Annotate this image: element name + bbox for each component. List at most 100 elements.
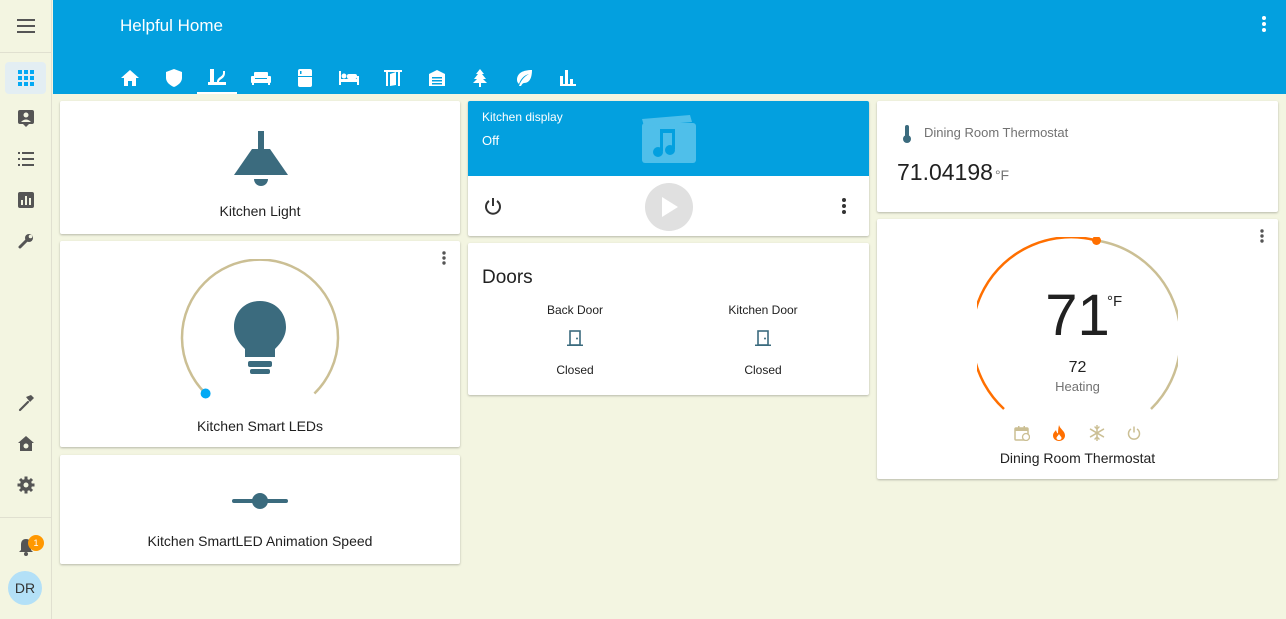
sensor-value-row: 71.04198 °F <box>897 159 1009 186</box>
more-options-button[interactable] <box>434 248 454 268</box>
shield-icon <box>166 69 182 87</box>
bed-icon <box>339 71 359 85</box>
tab-living-room[interactable] <box>241 62 281 94</box>
more-options-button[interactable] <box>834 196 854 216</box>
media-header[interactable]: Kitchen display Off <box>468 101 869 176</box>
sidebar-item-developer-tools[interactable] <box>5 387 46 419</box>
mode-heat-button[interactable] <box>1049 423 1069 443</box>
sidebar-item-settings[interactable] <box>5 469 46 501</box>
door-name: Kitchen Door <box>728 303 798 317</box>
tab-security[interactable] <box>154 62 194 94</box>
sensor-unit: °F <box>994 167 1010 183</box>
grid-icon <box>17 70 34 86</box>
kitchen-smart-leds-card: Kitchen Smart LEDs <box>60 241 460 447</box>
sidebar-item-supervisor[interactable] <box>5 428 46 460</box>
sidebar-item-overview[interactable] <box>5 62 46 94</box>
fire-icon <box>1053 425 1065 441</box>
gear-icon <box>17 476 34 494</box>
hammer-icon <box>18 395 34 412</box>
door-kitchen[interactable]: Kitchen Door Closed <box>683 303 843 377</box>
pine-tree-icon <box>473 69 487 87</box>
tab-garden[interactable] <box>460 62 500 94</box>
kitchen-light-card[interactable]: Kitchen Light <box>60 101 460 234</box>
thermometer-icon <box>903 125 911 143</box>
faucet-icon <box>208 69 226 85</box>
temperature-unit: °F <box>1107 293 1123 310</box>
tab-energy[interactable] <box>504 62 544 94</box>
sidebar-item-logbook[interactable] <box>5 143 46 175</box>
tab-bedroom[interactable] <box>329 62 369 94</box>
power-button[interactable] <box>483 196 503 216</box>
tab-fridge[interactable] <box>285 62 325 94</box>
entity-name: Dining Room Thermostat <box>999 450 1156 466</box>
door-state: Closed <box>744 363 782 377</box>
card-title: Doors <box>482 267 533 288</box>
door-name: Back Door <box>546 303 604 317</box>
play-button[interactable] <box>645 183 693 231</box>
leaf-icon <box>517 70 532 86</box>
movie-music-icon <box>642 115 696 163</box>
menu-button[interactable] <box>0 0 52 53</box>
bar-chart-icon <box>560 70 576 86</box>
sidebar-item-tools[interactable] <box>5 225 46 257</box>
user-avatar[interactable]: DR <box>8 571 42 605</box>
power-icon <box>485 198 501 215</box>
kitchen-display-media-card: Kitchen display Off <box>468 101 869 236</box>
tab-garage[interactable] <box>417 62 457 94</box>
door-back[interactable]: Back Door Closed <box>495 303 655 377</box>
power-icon <box>1127 426 1141 440</box>
brightness-handle[interactable] <box>200 388 211 399</box>
sensor-value: 71.04198 <box>897 159 993 185</box>
ceiling-light-icon <box>234 131 288 186</box>
sidebar: 1 DR <box>0 0 52 619</box>
media-state: Off <box>482 133 500 148</box>
home-icon <box>121 70 139 86</box>
dots-vertical-icon <box>442 251 446 265</box>
tab-office[interactable] <box>373 62 413 94</box>
mode-off-button[interactable] <box>1124 423 1144 443</box>
current-temperature: 71 <box>1045 283 1110 348</box>
slider-icon <box>232 493 288 509</box>
wrench-icon <box>18 234 33 249</box>
entity-name: Kitchen Smart LEDs <box>196 418 324 434</box>
lightbulb-icon <box>234 301 286 374</box>
app-header: Helpful Home <box>53 0 1286 94</box>
tab-statistics[interactable] <box>548 62 588 94</box>
door-closed-icon <box>567 330 583 346</box>
entity-name: Kitchen Light <box>219 203 301 219</box>
door-closed-icon <box>755 330 771 346</box>
header-overflow-menu[interactable] <box>1262 16 1266 37</box>
sidebar-item-history[interactable] <box>5 184 46 216</box>
tab-home[interactable] <box>110 62 150 94</box>
animation-speed-card[interactable]: Kitchen SmartLED Animation Speed <box>60 455 460 564</box>
sensor-name: Dining Room Thermostat <box>924 125 1069 140</box>
home-gear-icon <box>17 436 34 451</box>
calendar-clock-icon <box>1014 426 1030 441</box>
more-options-button[interactable] <box>1252 226 1272 246</box>
garage-icon <box>429 70 445 86</box>
page-title: Helpful Home <box>120 16 223 35</box>
dots-vertical-icon <box>1260 229 1264 243</box>
target-handle[interactable] <box>1092 237 1101 245</box>
hamburger-icon <box>17 19 35 33</box>
chart-box-icon <box>17 192 34 208</box>
dots-vertical-icon <box>1262 16 1266 32</box>
door-icon <box>384 70 402 86</box>
hvac-action: Heating <box>1055 379 1100 394</box>
mode-cool-button[interactable] <box>1087 423 1107 443</box>
sidebar-divider <box>0 517 52 518</box>
mode-schedule-button[interactable] <box>1012 423 1032 443</box>
play-icon <box>662 197 678 217</box>
fridge-icon <box>298 69 312 87</box>
tab-kitchen[interactable] <box>197 62 237 94</box>
snowflake-icon <box>1089 425 1105 441</box>
door-state: Closed <box>556 363 594 377</box>
sidebar-item-map[interactable] <box>5 102 46 134</box>
entity-name: Kitchen SmartLED Animation Speed <box>147 533 373 549</box>
list-icon <box>17 152 34 166</box>
doors-card: Doors Back Door Closed Kitchen Door Clos… <box>468 243 869 395</box>
thermostat-sensor-card[interactable]: Dining Room Thermostat 71.04198 °F <box>877 101 1278 212</box>
thermostat-card: 71 °F 72 Heating Dining Room Thermostat <box>877 219 1278 479</box>
account-box-icon <box>17 110 34 127</box>
sofa-icon <box>251 72 271 85</box>
